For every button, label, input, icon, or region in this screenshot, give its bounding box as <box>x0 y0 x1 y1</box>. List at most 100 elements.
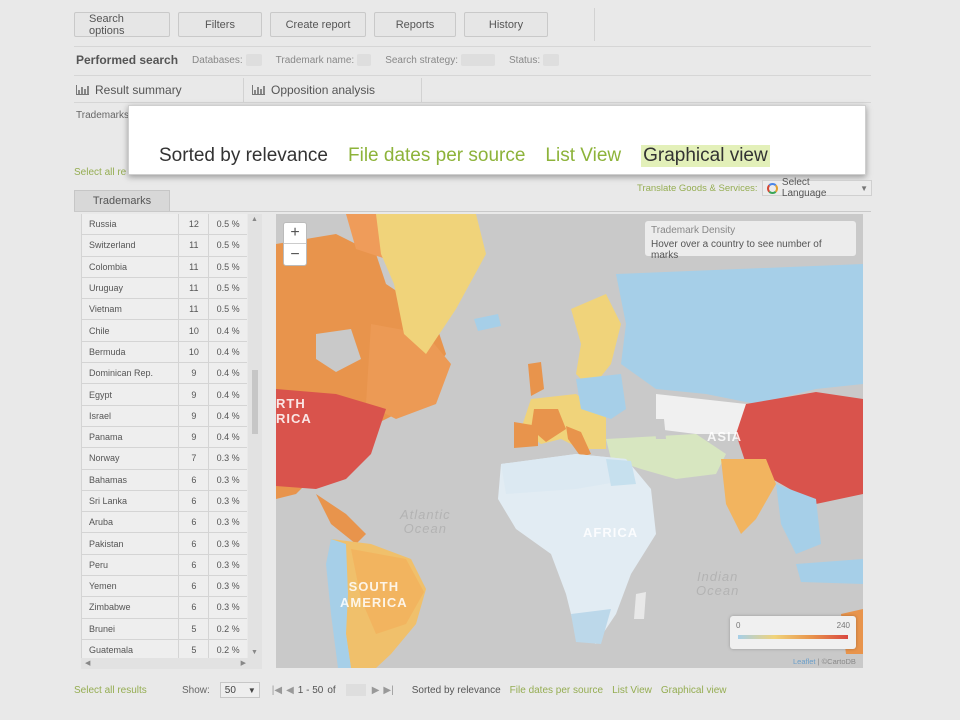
last-page-icon[interactable]: ▶| <box>383 685 393 696</box>
reports-button[interactable]: Reports <box>374 12 456 37</box>
country-count: 6 <box>179 554 210 576</box>
country-percent: 0.3 % <box>216 496 240 506</box>
trademark-density-map[interactable]: RTH RICA Atlantic Ocean AFRICA ASIA SOUT… <box>276 214 863 668</box>
table-row[interactable]: Panama 9 0.4 % <box>82 426 247 449</box>
map-zoom-control: + − <box>283 222 307 266</box>
country-name: Vietnam <box>82 299 180 320</box>
country-count: 6 <box>179 533 210 554</box>
first-page-icon[interactable]: |◀ <box>272 685 282 696</box>
table-row[interactable]: Norway 7 0.3 % <box>82 448 247 470</box>
country-name: Egypt <box>82 384 180 405</box>
country-count: 10 <box>179 320 210 341</box>
select-all-results-link[interactable]: Select all results <box>74 685 182 696</box>
prev-page-icon[interactable]: ◀ <box>286 685 294 696</box>
table-row[interactable]: Aruba 6 0.3 % <box>82 512 247 534</box>
legend-gradient <box>738 635 848 639</box>
country-count: 6 <box>179 576 210 597</box>
indian-ocean-label: Indian Ocean <box>696 569 740 598</box>
toolbar-divider <box>594 8 595 41</box>
sort-relevance-option[interactable]: Sorted by relevance <box>159 145 328 167</box>
list-view-option[interactable]: List View <box>545 145 621 167</box>
zoom-in-button[interactable]: + <box>284 223 306 244</box>
country-percent: 0.3 % <box>216 453 240 464</box>
table-row[interactable]: Uruguay 11 0.5 % <box>82 277 247 300</box>
country-name: Bermuda <box>82 341 180 363</box>
country-name: Dominican Rep. <box>82 363 180 384</box>
scroll-down-icon[interactable]: ▼ <box>251 649 258 656</box>
table-row[interactable]: Bahamas 6 0.3 % <box>82 469 247 491</box>
table-row[interactable]: Vietnam 11 0.5 % <box>82 299 247 321</box>
table-row[interactable]: Egypt 9 0.4 % <box>82 384 247 406</box>
country-count: 11 <box>179 277 210 299</box>
table-row[interactable]: Sri Lanka 6 0.3 % <box>82 490 247 513</box>
graphical-view-option[interactable]: Graphical view <box>641 145 770 167</box>
next-page-icon[interactable]: ▶ <box>372 685 380 696</box>
country-count: 6 <box>179 469 210 490</box>
table-row[interactable]: Zimbabwe 6 0.3 % <box>82 597 247 619</box>
scandinavia-region <box>571 294 621 389</box>
create-report-button[interactable]: Create report <box>270 12 366 37</box>
language-select[interactable]: Select Language ▼ <box>762 177 872 199</box>
google-icon <box>767 182 778 194</box>
table-row[interactable]: Pakistan 6 0.3 % <box>82 533 247 555</box>
madagascar-region <box>634 592 646 619</box>
table-row[interactable]: Yemen 6 0.3 % <box>82 576 247 598</box>
tab-trademarks[interactable]: Trademarks <box>74 190 170 211</box>
leaflet-link[interactable]: Leaflet <box>793 657 816 666</box>
country-name: Colombia <box>82 256 180 277</box>
scroll-thumb[interactable] <box>252 370 258 434</box>
sorted-by-relevance[interactable]: Sorted by relevance <box>412 685 501 696</box>
table-row[interactable]: Bermuda 10 0.4 % <box>82 341 247 364</box>
filters-button[interactable]: Filters <box>178 12 262 37</box>
list-horizontal-scrollbar[interactable]: ◀ ▶ <box>81 658 262 669</box>
translate-label: Translate Goods & Services: <box>637 183 758 194</box>
tab-opposition-analysis[interactable]: Opposition analysis <box>244 78 422 102</box>
table-row[interactable]: Peru 6 0.3 % <box>82 554 247 577</box>
per-page-select[interactable]: 50 ▼ <box>219 682 260 698</box>
country-name: Switzerland <box>82 235 180 256</box>
country-percent: 0.4 % <box>216 389 240 400</box>
view-options-popup: Sorted by relevance File dates per sourc… <box>128 105 866 175</box>
map-info-box: Trademark Density Hover over a country t… <box>645 221 856 261</box>
atlantic-ocean-label: Atlantic Ocean <box>400 507 451 536</box>
footer-list-view-link[interactable]: List View <box>612 685 652 696</box>
country-count: 9 <box>179 405 210 426</box>
country-percent: 0.5 % <box>216 240 240 251</box>
table-row[interactable]: Dominican Rep. 9 0.4 % <box>82 363 247 385</box>
table-row[interactable]: Israel 9 0.4 % <box>82 405 247 427</box>
summary-tabs: Result summary Opposition analysis <box>74 78 422 102</box>
dropdown-arrow-icon: ▼ <box>860 183 868 193</box>
south-africa-region <box>571 609 611 644</box>
table-row[interactable]: Colombia 11 0.5 % <box>82 256 247 278</box>
scroll-up-icon[interactable]: ▲ <box>251 216 258 223</box>
table-row[interactable]: Guatemala 5 0.2 % <box>82 639 247 658</box>
table-row[interactable]: Chile 10 0.4 % <box>82 320 247 342</box>
tab-result-summary[interactable]: Result summary <box>74 78 244 102</box>
table-row[interactable]: Russia 12 0.5 % <box>82 214 247 236</box>
divider <box>74 46 871 47</box>
scroll-left-icon[interactable]: ◀ <box>85 659 90 667</box>
country-percent: 0.2 % <box>216 645 240 656</box>
table-row[interactable]: Brunei 5 0.2 % <box>82 618 247 640</box>
north-america-label: RTH RICA <box>276 396 312 426</box>
file-dates-option[interactable]: File dates per source <box>348 145 525 167</box>
country-name: Pakistan <box>82 533 180 554</box>
indonesia-region <box>796 559 863 584</box>
country-percent: 0.5 % <box>216 261 240 272</box>
history-button[interactable]: History <box>464 12 548 37</box>
map-attribution: Leaflet | ©CartoDB <box>793 657 856 666</box>
search-options-button[interactable]: Search options <box>74 12 170 37</box>
table-row[interactable]: Switzerland 11 0.5 % <box>82 235 247 257</box>
country-percent: 0.3 % <box>216 474 240 485</box>
results-footer: Select all results Show: 50 ▼ |◀ ◀ 1 - 50… <box>74 682 736 698</box>
select-all-link-partial[interactable]: Select all re <box>74 167 126 178</box>
country-name: Russia <box>82 214 180 235</box>
legend-min: 0 <box>736 621 741 630</box>
footer-graphical-view-link[interactable]: Graphical view <box>661 685 727 696</box>
scroll-right-icon[interactable]: ▶ <box>241 659 246 667</box>
zoom-out-button[interactable]: − <box>284 244 306 265</box>
bar-chart-icon <box>76 85 89 95</box>
footer-file-dates-link[interactable]: File dates per source <box>510 685 603 696</box>
country-percent: 0.3 % <box>216 602 240 613</box>
list-scrollbar[interactable]: ▲ ▼ <box>248 214 262 658</box>
